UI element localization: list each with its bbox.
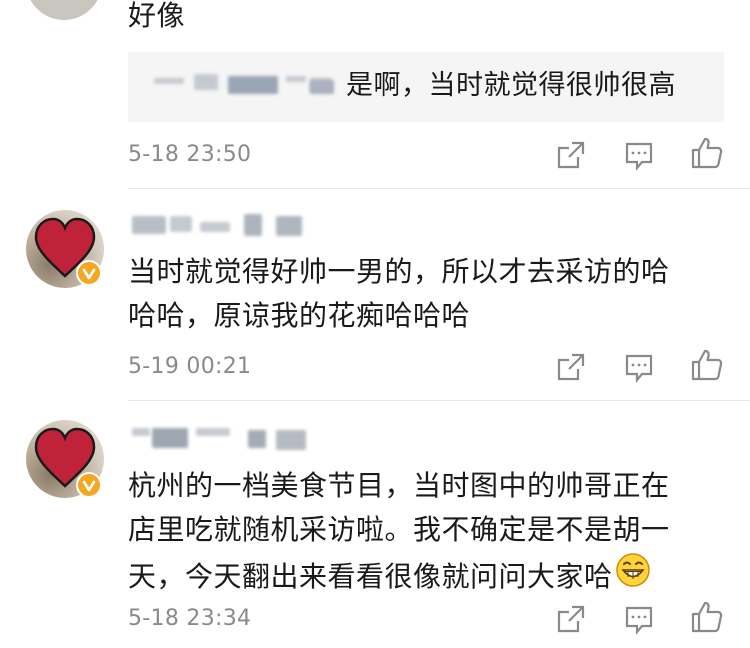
blurred-username [228, 76, 278, 94]
blurred-username [154, 78, 184, 84]
blurred-username [152, 428, 188, 448]
blurred-username [170, 216, 192, 232]
comment-time: 5-18 23:34 [128, 606, 252, 631]
blurred-username [200, 222, 230, 232]
comment-time: 5-19 00:21 [128, 354, 252, 379]
comment-text: 店里吃就随机采访啦。我不确定是不是胡一 [128, 513, 670, 546]
comment-text: 天，今天翻出来看看很像就问问大家哈 [128, 559, 613, 593]
comment-icon[interactable] [624, 604, 654, 636]
comment-text: 好像 [128, 0, 186, 32]
blurred-username [194, 74, 218, 90]
blurred-username [276, 430, 306, 450]
reply-quote-text: 是啊，当时就觉得很帅很高 [346, 70, 676, 101]
comment-icon[interactable] [624, 352, 654, 384]
blurred-username [132, 216, 166, 234]
reply-quote[interactable]: 是啊，当时就觉得很帅很高 [128, 52, 724, 122]
comment-text-line: 天，今天翻出来看看很像就问问大家哈 [128, 552, 651, 601]
blurred-username [276, 216, 302, 236]
comment-text: 杭州的一档美食节目，当时图中的帅哥正在 [128, 469, 670, 502]
blurred-username [132, 428, 150, 436]
share-icon[interactable] [556, 352, 586, 382]
comment-text: 当时就觉得好帅一男的，所以才去采访的哈 [128, 255, 670, 288]
like-icon[interactable] [690, 348, 724, 382]
avatar[interactable] [26, 0, 102, 20]
divider [128, 400, 750, 401]
verified-badge-icon [76, 260, 102, 286]
verified-badge-icon [76, 472, 102, 498]
like-icon[interactable] [690, 136, 724, 170]
share-icon[interactable] [556, 604, 586, 634]
grin-emoji-icon [615, 552, 651, 601]
blurred-username [244, 214, 262, 236]
comment-icon[interactable] [624, 140, 654, 172]
divider [128, 188, 750, 189]
comment-time: 5-18 23:50 [128, 142, 252, 167]
blurred-username [310, 80, 334, 94]
blurred-username [286, 76, 306, 82]
blurred-username [196, 428, 230, 436]
share-icon[interactable] [556, 140, 586, 170]
comment-text: 哈哈，原谅我的花痴哈哈哈 [128, 299, 471, 332]
blurred-username [248, 430, 266, 448]
like-icon[interactable] [690, 600, 724, 634]
